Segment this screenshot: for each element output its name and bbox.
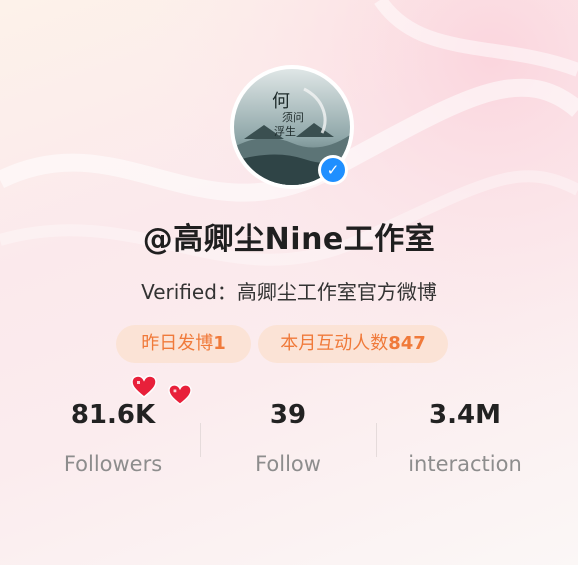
verified-info: Verified：高卿尘工作室官方微博 [0,276,578,305]
divider [200,423,201,457]
svg-text:须问: 须问 [282,111,304,124]
svg-text:浮生: 浮生 [274,124,296,138]
verified-description: 高卿尘工作室官方微博 [236,280,437,304]
divider [376,423,377,457]
chip-posts-yesterday[interactable]: 昨日发博1 [116,325,251,363]
chip-label: 昨日发博 [141,333,214,354]
verified-badge: ✓ [318,155,348,185]
chip-value: 847 [388,333,426,354]
chip-label: 本月互动人数 [280,333,389,354]
chip-value: 1 [213,333,226,354]
verified-separator: ： [216,280,237,304]
followers-label[interactable]: Followers [33,452,193,476]
interaction-label[interactable]: interaction [385,452,545,476]
verified-label: Verified [141,280,217,304]
check-icon: ✓ [321,158,345,182]
followers-count[interactable]: 81.6K [33,400,193,430]
follow-label[interactable]: Follow [208,452,368,476]
heart-icon [131,375,157,398]
interaction-count[interactable]: 3.4M [385,400,545,430]
profile-handle: @高卿尘Nine工作室 [142,222,436,257]
chip-monthly-interactions[interactable]: 本月互动人数847 [258,325,448,363]
follow-count[interactable]: 39 [208,400,368,430]
svg-text:何: 何 [272,91,290,112]
